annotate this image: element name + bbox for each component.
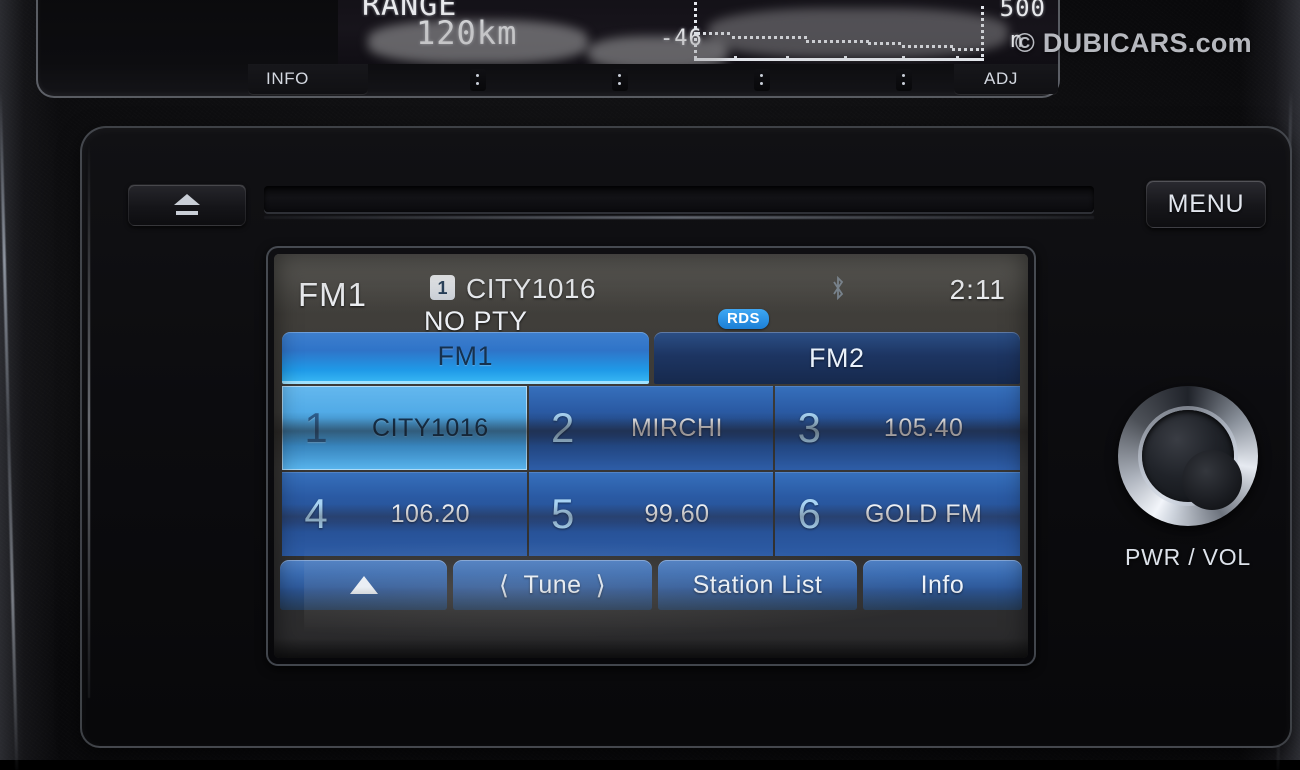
chevron-left-icon[interactable]: ⟨ xyxy=(499,570,510,601)
preset-name-4: 106.20 xyxy=(390,499,471,528)
tab-fm2[interactable]: FM2 xyxy=(653,332,1020,384)
range-value: 120km xyxy=(416,14,518,52)
preset-button-4[interactable]: 4 106.20 xyxy=(282,472,527,556)
cluster-separator-dots-4 xyxy=(896,69,912,91)
preset-number-5: 5 xyxy=(550,490,575,537)
preset-number-2: 2 xyxy=(550,404,575,451)
preset-button-1[interactable]: 1 CITY1016 xyxy=(282,386,527,470)
knob-face xyxy=(1182,450,1242,510)
tab-fm1[interactable]: FM1 xyxy=(282,332,649,384)
menu-button[interactable]: MENU xyxy=(1146,180,1266,228)
cluster-display: RANGE 120km -46 500 n xyxy=(338,0,1058,64)
preset-button-3[interactable]: 3 105.40 xyxy=(775,386,1020,470)
current-station-name: CITY1016 xyxy=(466,273,597,304)
cluster-separator-dots-2 xyxy=(612,69,628,91)
chevron-right-icon[interactable]: ⟩ xyxy=(596,570,607,601)
screen-bottom-fade xyxy=(274,638,1028,658)
preset-grid: 1 CITY1016 2 MIRCHI 3 105.40 4 106.20 5 xyxy=(282,386,1020,556)
cluster-separator-dots-1 xyxy=(470,69,486,91)
power-volume-label: PWR / VOL xyxy=(1124,544,1252,570)
menu-button-label: MENU xyxy=(1167,189,1245,218)
preset-name-5: 99.60 xyxy=(644,499,710,528)
console-left-gloss xyxy=(0,0,60,760)
cluster-adj-label: ADJ xyxy=(984,69,1018,88)
tab-fm2-label: FM2 xyxy=(809,342,865,373)
up-arrow-icon xyxy=(349,576,378,594)
preset-number-3: 3 xyxy=(797,404,821,451)
station-list-button[interactable]: Station List xyxy=(657,560,857,610)
preset-number-6: 6 xyxy=(797,490,821,537)
head-unit: MENU PWR / VOL FM1 1 CITY1016 NO PTY RDS… xyxy=(80,126,1292,748)
soft-key-bar: ⟨ Tune ⟩ Station List Info xyxy=(280,560,1022,610)
preset-name-1: CITY1016 xyxy=(372,413,489,442)
band-tabs: FM1 FM2 xyxy=(282,332,1020,384)
current-preset-number: 1 xyxy=(437,277,448,298)
cd-slot[interactable] xyxy=(264,186,1094,212)
tab-fm1-label: FM1 xyxy=(437,341,493,371)
cluster-info-button[interactable]: INFO xyxy=(248,64,368,94)
preset-name-3: 105.40 xyxy=(883,413,964,442)
preset-number-1: 1 xyxy=(304,404,328,451)
preset-number-4: 4 xyxy=(304,490,328,537)
altitude-max-value: 500 xyxy=(999,0,1046,22)
eject-button[interactable] xyxy=(128,184,246,226)
tune-button[interactable]: ⟨ Tune ⟩ xyxy=(453,560,652,610)
preset-button-5[interactable]: 5 99.60 xyxy=(528,472,774,556)
current-preset-badge: 1 xyxy=(430,275,455,300)
cluster-info-label: INFO xyxy=(266,69,310,88)
preset-button-6[interactable]: 6 GOLD FM xyxy=(775,472,1020,556)
watermark: © DUBICARS.com xyxy=(1014,28,1252,58)
altitude-profile-graph xyxy=(694,0,984,61)
station-list-label: Station List xyxy=(692,570,823,599)
touchscreen-bezel: FM1 1 CITY1016 NO PTY RDS 2:11 FM1 FM2 1… xyxy=(266,246,1036,666)
screen-header: FM1 1 CITY1016 NO PTY RDS 2:11 xyxy=(274,254,1028,336)
power-volume-knob-group: PWR / VOL xyxy=(1108,386,1268,606)
console-left-chrome-trim xyxy=(0,90,19,770)
current-band-label: FM1 xyxy=(298,276,367,313)
radio-screen[interactable]: FM1 1 CITY1016 NO PTY RDS 2:11 FM1 FM2 1… xyxy=(274,254,1028,658)
power-volume-knob[interactable] xyxy=(1118,386,1258,526)
scroll-up-button[interactable] xyxy=(280,560,448,610)
eject-icon xyxy=(174,194,200,216)
cluster-separator-dots-3 xyxy=(754,69,770,91)
bluetooth-icon xyxy=(833,276,844,300)
cluster-adj-button[interactable]: ADJ xyxy=(954,64,1058,94)
clock: 2:11 xyxy=(949,274,1006,305)
cluster-button-row: INFO ADJ xyxy=(38,64,1058,96)
knob-inner-ring xyxy=(1142,410,1242,510)
rds-badge: RDS xyxy=(718,309,769,329)
tune-label: Tune xyxy=(523,570,582,599)
info-button[interactable]: Info xyxy=(862,560,1022,610)
preset-button-2[interactable]: 2 MIRCHI xyxy=(528,386,774,470)
info-label: Info xyxy=(920,570,965,599)
instrument-cluster: RANGE 120km -46 500 n INFO ADJ xyxy=(36,0,1060,98)
preset-name-2: MIRCHI xyxy=(631,413,723,442)
preset-name-6: GOLD FM xyxy=(864,499,983,528)
